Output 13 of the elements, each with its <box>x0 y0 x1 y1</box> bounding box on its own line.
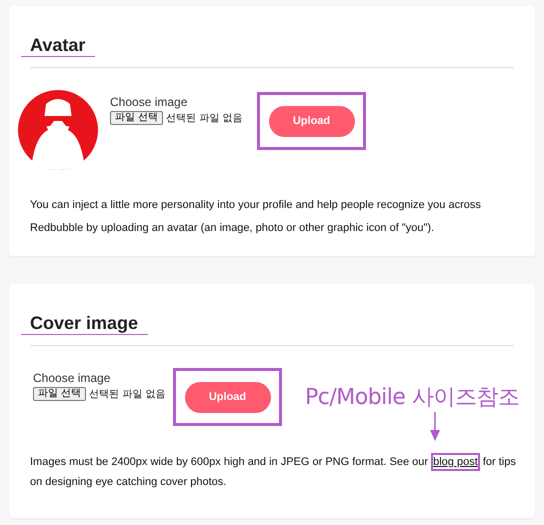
annotation-arrow <box>429 412 441 442</box>
description-text: Images must be 2400px wide by 600px high and in JPEG or PNG format. See our blog post for tips on designing eye catching cover photos. <box>21 452 523 492</box>
file-status: 선택된 파일 없음 <box>166 112 243 125</box>
description-text: You can inject a little more personality into your profile and help people recognize you across Redbubble by uploading an avatar (an image, photo or other graphic icon of "you"). <box>29 198 482 236</box>
file-select-button[interactable]: 파일 선택 <box>33 387 86 401</box>
file-status: 선택된 파일 없음 <box>89 388 166 401</box>
annotation-text: Pc/Mobile 사이즈참조 <box>305 384 520 412</box>
section-title: Avatar <box>21 34 96 57</box>
choose-image-label: Choose image <box>110 95 188 109</box>
section-title: Cover image <box>21 312 148 335</box>
blog-post-link[interactable]: blog post <box>431 453 480 471</box>
choose-image-label: Choose image <box>33 371 112 385</box>
file-select-button[interactable]: 파일 선택 <box>110 111 164 125</box>
